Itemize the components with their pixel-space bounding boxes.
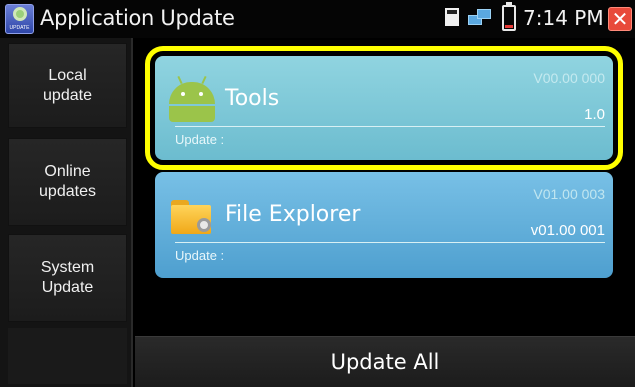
app-title: Application Update [40,6,235,30]
close-button[interactable]: ✕ [608,7,632,31]
app-icon-tag: UPDATE [9,25,30,31]
sidebar-item-online-updates[interactable]: Online updates [8,138,127,226]
app-card-file-explorer[interactable]: File Explorer V01.00 003 v01.00 001 Upda… [155,172,613,278]
android-icon [169,75,215,122]
update-app-icon: UPDATE [5,4,34,34]
sidebar-item-local-update[interactable]: Local update [8,43,127,128]
update-gear-icon [13,7,27,21]
app-card-tools[interactable]: Tools V00.00 000 1.0 Update : [145,46,623,170]
app-name: File Explorer [225,202,361,227]
app-name: Tools [225,86,280,111]
folder-gear-icon [171,200,213,234]
sidebar: Local update Online updates System Updat… [0,38,133,387]
available-version: V00.00 000 [533,70,605,86]
clock: 7:14 PM [523,6,604,30]
sidebar-item-system-update[interactable]: System Update [8,234,127,322]
update-status-label: Update : [175,132,225,147]
battery-icon [502,2,516,31]
update-all-button[interactable]: Update All [135,336,635,387]
sidebar-empty-slot [8,328,127,384]
sd-card-icon [445,8,459,26]
network-icon [468,9,492,29]
update-status-label: Update : [175,248,225,263]
card-divider [175,126,605,127]
app-list: Tools V00.00 000 1.0 Update : File Explo… [135,38,635,336]
current-version: v01.00 001 [530,222,605,239]
available-version: V01.00 003 [533,186,605,202]
title-bar: UPDATE Application Update 7:14 PM ✕ [0,0,635,38]
card-divider [175,242,605,243]
current-version: 1.0 [584,106,605,123]
